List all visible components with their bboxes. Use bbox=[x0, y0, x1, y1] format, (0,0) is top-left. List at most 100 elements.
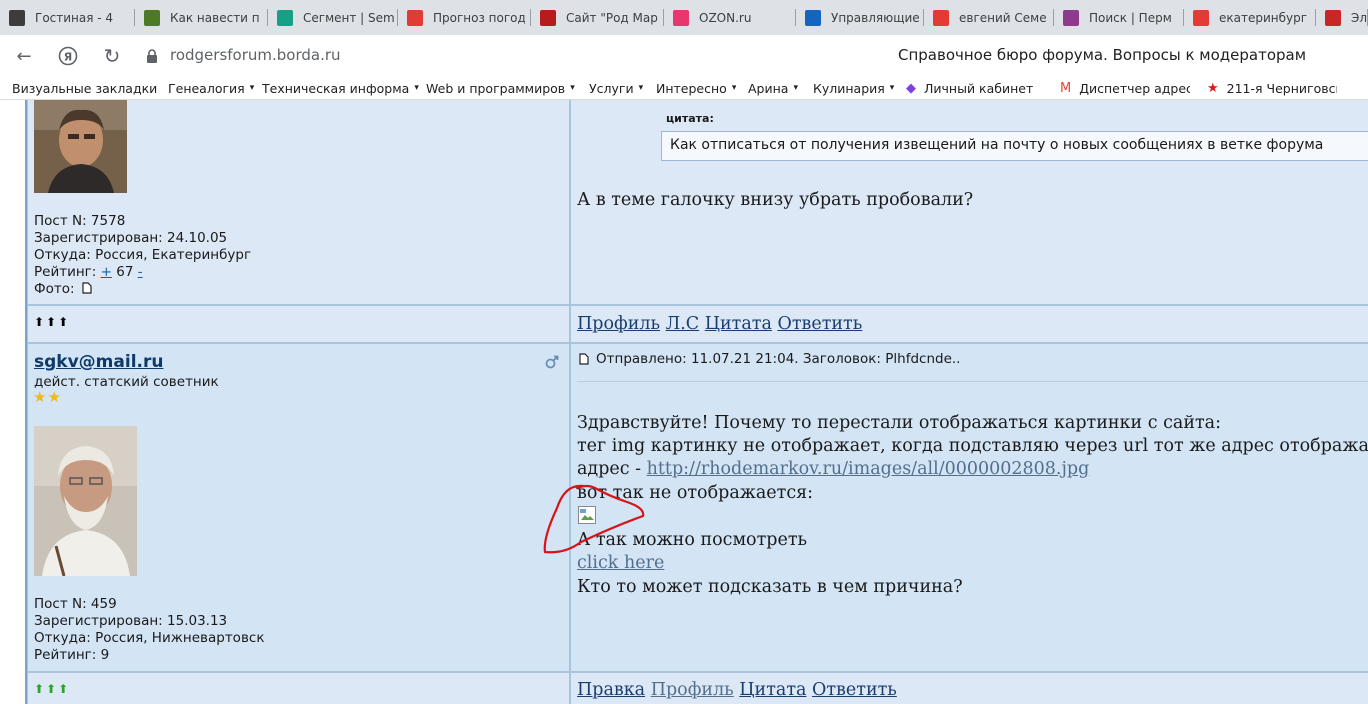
message-line: Кто то может подсказать в чем причина? bbox=[577, 577, 963, 597]
door-icon bbox=[805, 9, 821, 26]
browser-tab[interactable]: Эле bbox=[1316, 0, 1368, 35]
tab-title: Как навести п bbox=[170, 10, 260, 25]
chevron-down-icon: ▾ bbox=[731, 83, 737, 93]
tab-title: Гостиная - 4 bbox=[35, 10, 114, 25]
quote-text: Как отписаться от получения извещений на… bbox=[670, 137, 1324, 153]
registered-date: Зарегистрирован: 24.10.05 bbox=[34, 230, 228, 246]
yandex-icon bbox=[933, 9, 949, 26]
url-text: rodgersforum.borda.ru bbox=[170, 46, 341, 64]
document-icon[interactable] bbox=[82, 282, 92, 294]
rating: Рейтинг: 9 bbox=[34, 647, 110, 663]
bookmark-label: Арина bbox=[748, 80, 789, 96]
yandex-home-button[interactable]: Я bbox=[56, 44, 80, 68]
tab-title: Сайт "Род Мар bbox=[566, 10, 658, 25]
bookmark-item[interactable]: ◆ Личный кабинет ' bbox=[906, 79, 1034, 97]
bookmark-item[interactable]: ★ 211-я Черниговск bbox=[1207, 79, 1337, 97]
reply-link[interactable]: Ответить bbox=[812, 680, 897, 700]
quote-label: цитата: bbox=[666, 112, 714, 125]
rating-label: Рейтинг: bbox=[34, 264, 97, 280]
browser-tab[interactable]: екатеринбург bbox=[1184, 0, 1316, 35]
bookmark-item[interactable]: Генеалогия ▾ bbox=[168, 79, 254, 97]
site-icon bbox=[144, 9, 160, 26]
bookmark-icon: ◆ bbox=[906, 80, 916, 96]
profile-link[interactable]: Профиль bbox=[651, 680, 734, 700]
reload-button[interactable]: ↻ bbox=[100, 44, 124, 68]
bookmark-item[interactable]: Техническая информа ▾ bbox=[262, 79, 419, 97]
avatar[interactable] bbox=[34, 100, 127, 193]
person-photo-icon bbox=[34, 426, 137, 576]
person-photo-icon bbox=[34, 100, 127, 193]
browser-tab[interactable]: OZON.ru bbox=[664, 0, 796, 35]
bookmark-item[interactable]: Интересно ▾ bbox=[656, 79, 736, 97]
divider bbox=[577, 381, 1368, 382]
bookmark-item[interactable]: M Диспетчер адресо bbox=[1060, 79, 1190, 97]
bookmark-label: Диспетчер адресо bbox=[1079, 80, 1190, 96]
post2-message-cell bbox=[570, 343, 1368, 672]
registered-date: Зарегистрирован: 15.03.13 bbox=[34, 613, 228, 629]
post-count: Пост N: 7578 bbox=[34, 213, 126, 229]
chevron-down-icon: ▾ bbox=[889, 83, 895, 93]
bookmark-item[interactable]: Кулинария ▾ bbox=[813, 79, 894, 97]
bookmark-item[interactable]: Арина ▾ bbox=[748, 79, 798, 97]
up-arrows-icon[interactable]: ⬆⬆⬆ bbox=[34, 682, 70, 696]
chevron-down-icon: ▾ bbox=[570, 83, 575, 93]
bookmark-label: 211-я Черниговск bbox=[1226, 80, 1337, 96]
bookmark-item[interactable]: Web и программиров ▾ bbox=[426, 79, 575, 97]
rating: Рейтинг: + 67 - bbox=[34, 264, 143, 281]
up-arrows-icon[interactable]: ⬆⬆⬆ bbox=[34, 315, 70, 329]
avatar[interactable] bbox=[34, 426, 137, 576]
male-gender-icon bbox=[545, 355, 559, 369]
reload-icon: ↻ bbox=[103, 44, 121, 68]
page-title: Справочное бюро форума. Вопросы к модера… bbox=[898, 46, 1307, 64]
username-link[interactable]: sgkv@mail.ru bbox=[34, 352, 163, 372]
profile-link[interactable]: Профиль bbox=[577, 314, 660, 334]
arrow-left-icon: ← bbox=[16, 45, 32, 67]
browser-tab[interactable]: евгений Семе bbox=[924, 0, 1054, 35]
bookmark-item[interactable]: Услуги ▾ bbox=[589, 79, 643, 97]
chevron-down-icon: ▾ bbox=[414, 83, 419, 93]
browser-tab[interactable]: Гостиная - 4 bbox=[0, 0, 135, 35]
rating-minus-link[interactable]: - bbox=[138, 264, 143, 280]
message-line: адрес - http://rhodemarkov.ru/images/all… bbox=[577, 459, 1089, 479]
post2-actions: Правка Профиль Цитата Ответить bbox=[577, 680, 897, 700]
page-margin bbox=[0, 100, 27, 704]
browser-tab[interactable]: Как навести п bbox=[135, 0, 268, 35]
bookmark-label: Техническая информа bbox=[262, 80, 410, 96]
post2-footer-left bbox=[27, 672, 570, 704]
chevron-down-icon: ▾ bbox=[638, 83, 644, 93]
ozon-icon bbox=[673, 9, 689, 26]
image-url-link[interactable]: http://rhodemarkov.ru/images/all/0000002… bbox=[647, 459, 1090, 479]
svg-text:Я: Я bbox=[64, 51, 72, 64]
bookmark-label: Интересно bbox=[656, 80, 727, 96]
message-line: Здравствуйте! Почему то перестали отобра… bbox=[577, 413, 1221, 433]
tab-title: Сегмент | Sem bbox=[303, 10, 395, 25]
bookmark-label: Web и программиров bbox=[426, 80, 566, 96]
post-count: Пост N: 459 bbox=[34, 596, 117, 612]
quote-link[interactable]: Цитата bbox=[739, 680, 806, 700]
pm-link[interactable]: Л.С bbox=[666, 314, 700, 334]
post1-body: А в теме галочку внизу убрать пробовали? bbox=[577, 190, 974, 210]
bookmark-label: Личный кабинет ' bbox=[924, 80, 1034, 96]
page-icon bbox=[540, 9, 556, 26]
s-icon bbox=[277, 9, 293, 26]
browser-tab[interactable]: Управляющие bbox=[796, 0, 924, 35]
rating-plus-link[interactable]: + bbox=[101, 264, 112, 280]
reply-link[interactable]: Ответить bbox=[777, 314, 862, 334]
tab-title: Прогноз погод bbox=[433, 10, 525, 25]
edit-link[interactable]: Правка bbox=[577, 680, 645, 700]
address-prefix: адрес - bbox=[577, 459, 647, 479]
browser-tab[interactable]: Поиск | Перм bbox=[1054, 0, 1184, 35]
document-icon bbox=[579, 353, 589, 365]
tab-strip: Гостиная - 4 Как навести п Сегмент | Sem Пр… bbox=[0, 0, 1368, 35]
bookmark-item[interactable]: Визуальные закладки▾ bbox=[12, 79, 162, 97]
browser-tab[interactable]: Сайт "Род Мар bbox=[531, 0, 664, 35]
post1-actions: Профиль Л.С Цитата Ответить bbox=[577, 314, 862, 334]
browser-tab[interactable]: Прогноз погод bbox=[398, 0, 531, 35]
tab-title: OZON.ru bbox=[699, 10, 752, 25]
back-button[interactable]: ← bbox=[12, 44, 36, 68]
photo-row: Фото: bbox=[34, 281, 92, 298]
tab-title: екатеринбург bbox=[1219, 10, 1308, 25]
browser-tab[interactable]: Сегмент | Sem bbox=[268, 0, 398, 35]
quote-link[interactable]: Цитата bbox=[705, 314, 772, 334]
bookmark-label: Генеалогия bbox=[168, 80, 245, 96]
